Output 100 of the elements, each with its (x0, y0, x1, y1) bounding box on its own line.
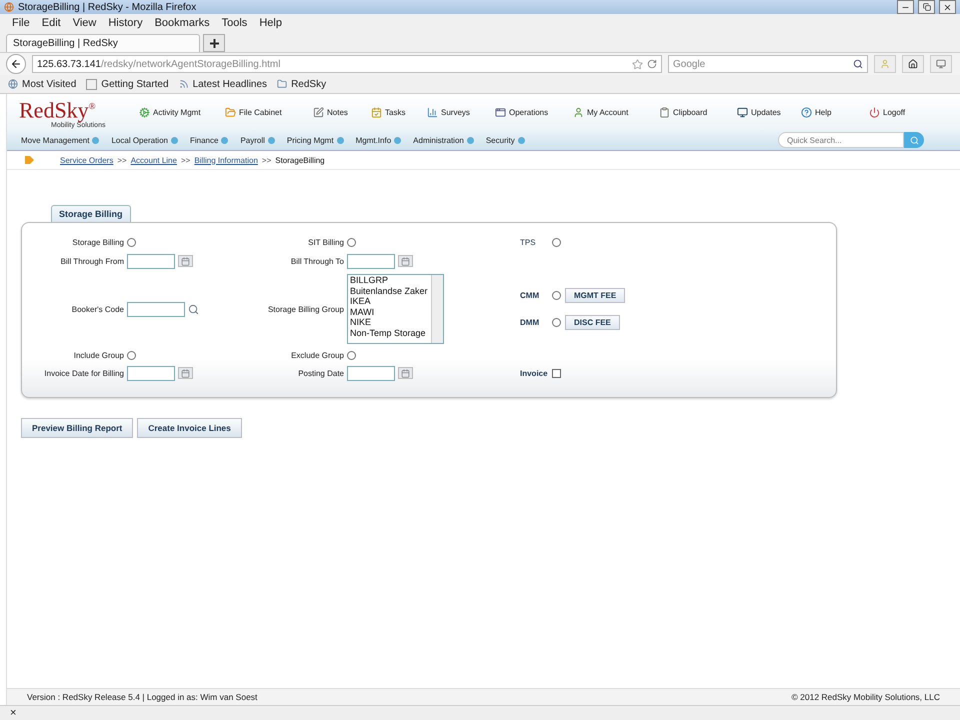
radio-button[interactable] (347, 238, 356, 246)
action-button[interactable]: Preview Billing Report (21, 418, 134, 438)
field-label: Booker's Code (70, 304, 124, 314)
panel-tab[interactable]: Storage Billing (51, 205, 131, 222)
field-label: Invoice Date for Billing (43, 368, 124, 378)
menu-item[interactable]: History (108, 17, 143, 29)
radio-button[interactable] (552, 238, 561, 246)
menu-item[interactable]: Help (259, 17, 282, 29)
toolbar-link[interactable]: Help (801, 106, 869, 118)
reload-icon[interactable] (647, 59, 657, 69)
toolbar-link[interactable]: Logoff (869, 106, 929, 118)
toolbar-link[interactable]: Activity Mgmt (139, 106, 225, 118)
menu-item[interactable]: Administration (413, 136, 474, 144)
radio-button[interactable] (127, 238, 136, 246)
checkbox[interactable] (552, 368, 561, 378)
page-icon (86, 78, 98, 90)
radio-button[interactable] (347, 350, 356, 360)
bar-chart-icon (427, 106, 438, 118)
toolbar-link[interactable]: Notes (313, 106, 371, 118)
menu-item[interactable]: File (12, 17, 30, 29)
list-option[interactable]: NIKE (350, 317, 431, 328)
bookmark-link[interactable]: Latest Headlines (178, 78, 268, 90)
back-icon[interactable] (6, 54, 26, 74)
date-field[interactable] (127, 366, 175, 380)
toolbar-link[interactable]: Tasks (371, 106, 427, 118)
menu-item[interactable]: Tools (222, 17, 248, 29)
restore-icon[interactable] (918, 0, 935, 14)
arrow-icon (25, 156, 34, 164)
radio-button[interactable] (552, 318, 561, 327)
list-option[interactable]: Non-Temp Storage (350, 328, 431, 338)
help-icon (801, 106, 812, 118)
copyright-text: © 2012 RedSky Mobility Solutions, LLC (792, 692, 940, 702)
menu-item[interactable]: Finance (190, 136, 228, 144)
calendar-icon[interactable] (398, 255, 413, 267)
menu-item[interactable]: Security (486, 136, 525, 144)
toolbar-link[interactable]: Clipboard (659, 106, 737, 118)
date-field[interactable] (347, 366, 395, 380)
home-icon[interactable] (902, 55, 924, 73)
fee-button[interactable]: MGMT FEE (565, 288, 626, 303)
toolbar-link[interactable]: My Account (573, 106, 659, 118)
action-button[interactable]: Create Invoice Lines (137, 418, 242, 438)
toolbar-link[interactable]: Operations (495, 106, 573, 118)
toolbar-link[interactable]: File Cabinet (225, 106, 313, 118)
toolbar-link[interactable]: Surveys (427, 106, 495, 118)
field-label: Storage Billing Group (266, 304, 344, 314)
bookmark-link[interactable]: Most Visited (8, 78, 76, 90)
clipboard-icon (659, 106, 670, 118)
breadcrumb-link[interactable]: Account Line (130, 156, 177, 164)
field-label: CMM (520, 291, 540, 300)
close-icon[interactable] (939, 0, 956, 14)
folder-icon (225, 106, 236, 118)
menu-item[interactable]: Bookmarks (154, 17, 210, 29)
text-field[interactable] (127, 302, 185, 316)
radio-button[interactable] (552, 291, 561, 300)
field-label: Bill Through To (290, 256, 344, 266)
star-icon[interactable] (632, 58, 643, 70)
globe-icon (8, 79, 18, 89)
minimize-icon[interactable] (897, 0, 914, 14)
scroll-bar[interactable] (431, 275, 443, 343)
menu-item[interactable]: Payroll (240, 136, 275, 144)
window-title: StorageBilling | RedSky - Mozilla Firefox (18, 2, 198, 12)
bookmark-link[interactable]: RedSky (277, 78, 326, 90)
breadcrumb-separator: >> (262, 156, 272, 164)
list-option[interactable]: IKEA (350, 296, 431, 306)
calendar-icon[interactable] (178, 367, 193, 379)
search-icon[interactable] (853, 59, 863, 69)
breadcrumb-link[interactable]: Service Orders (60, 156, 114, 164)
search-field[interactable]: Google (668, 55, 868, 73)
menu-item[interactable]: View (72, 17, 96, 29)
field-label: Invoice (520, 368, 548, 378)
list-option[interactable]: Buitenlandse Zaker (350, 286, 431, 296)
list-option[interactable]: BILLGRP (350, 275, 431, 286)
bookmark-link[interactable]: Getting Started (86, 78, 169, 90)
date-field[interactable] (347, 254, 395, 268)
menu-item[interactable]: Edit (42, 17, 61, 29)
close-icon[interactable]: × (10, 707, 16, 719)
window-icon (495, 106, 506, 118)
calendar-icon[interactable] (178, 255, 193, 267)
browser-tab[interactable]: StorageBilling | RedSky (6, 34, 200, 52)
list-option[interactable]: MAWI (350, 306, 431, 317)
calendar-icon (371, 106, 382, 118)
radio-button[interactable] (127, 350, 136, 360)
folder-icon (277, 79, 288, 89)
menu-item[interactable]: Pricing Mgmt (286, 136, 344, 144)
field-label: SIT Billing (307, 238, 344, 246)
date-field[interactable] (127, 254, 175, 268)
search-button[interactable] (904, 132, 924, 148)
list-box[interactable]: BILLGRP Buitenlandse Zaker IKEA MAWI NIKE Non-Temp Storage (347, 274, 444, 344)
new-tab-icon[interactable] (203, 34, 225, 52)
breadcrumb-link[interactable]: Billing Information (194, 156, 258, 164)
fee-button[interactable]: DISC FEE (565, 315, 620, 330)
toolbar-link[interactable]: Updates (737, 106, 801, 118)
search-icon (910, 136, 918, 144)
menu-item[interactable]: Local Operation (111, 136, 178, 144)
menu-item[interactable]: Move Management (21, 136, 100, 144)
address-field[interactable]: 125.63.73.141/redsky/networkAgentStorageBilling.html (32, 55, 662, 73)
menu-item[interactable]: Mgmt.Info (356, 136, 402, 144)
quick-search-field[interactable]: Quick Search... (778, 132, 904, 148)
calendar-icon[interactable] (398, 367, 413, 379)
field-label: Posting Date (297, 368, 344, 378)
